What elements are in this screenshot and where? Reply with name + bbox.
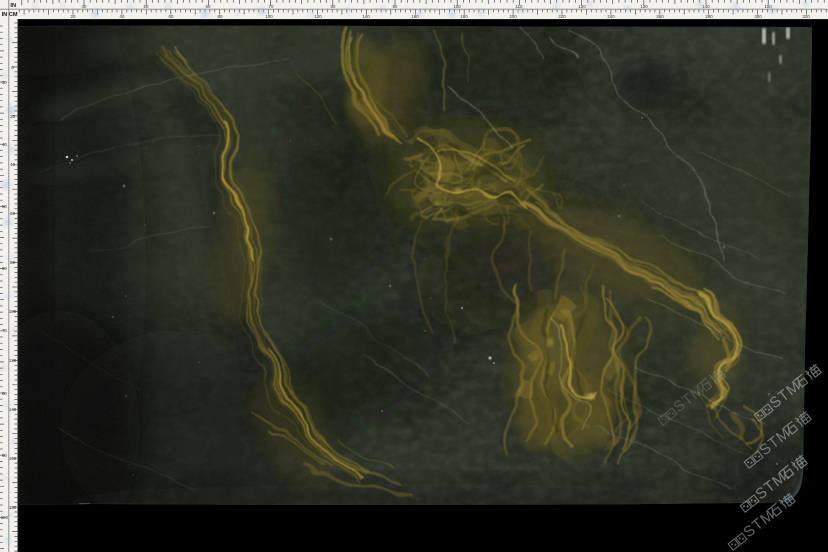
svg-text:90: 90	[393, 4, 398, 9]
svg-text:20: 20	[10, 114, 15, 119]
svg-text:120: 120	[9, 358, 17, 363]
svg-text:100: 100	[265, 14, 273, 19]
svg-text:80: 80	[2, 391, 7, 396]
svg-text:240: 240	[607, 14, 615, 19]
svg-text:20: 20	[71, 14, 76, 19]
svg-text:200: 200	[509, 14, 517, 19]
svg-text:120: 120	[578, 4, 586, 9]
svg-text:80: 80	[218, 14, 223, 19]
svg-text:140: 140	[9, 407, 17, 412]
svg-text:40: 40	[82, 4, 87, 9]
svg-text:220: 220	[558, 14, 566, 19]
svg-text:180: 180	[460, 14, 468, 19]
svg-text:50: 50	[144, 4, 149, 9]
svg-text:60: 60	[2, 266, 7, 271]
svg-text:IN: IN	[10, 3, 16, 9]
svg-text:60: 60	[206, 4, 211, 9]
svg-text:80: 80	[10, 260, 15, 265]
svg-text:70: 70	[2, 328, 7, 333]
svg-text:70: 70	[269, 4, 274, 9]
svg-text:320: 320	[802, 14, 810, 19]
svg-text:280: 280	[705, 14, 713, 19]
svg-text:140: 140	[702, 4, 710, 9]
svg-text:IN: IN	[2, 12, 8, 18]
svg-text:60: 60	[169, 14, 174, 19]
svg-text:40: 40	[2, 142, 7, 147]
svg-text:90: 90	[2, 453, 7, 458]
svg-text:30: 30	[2, 80, 7, 85]
svg-text:80: 80	[331, 4, 336, 9]
svg-text:100: 100	[9, 309, 17, 314]
svg-text:130: 130	[640, 4, 648, 9]
svg-text:40: 40	[10, 162, 15, 167]
svg-text:60: 60	[10, 211, 15, 216]
svg-text:CM: CM	[9, 12, 18, 18]
svg-text:100: 100	[1, 515, 9, 520]
svg-text:140: 140	[362, 14, 370, 19]
svg-text:300: 300	[754, 14, 762, 19]
svg-text:180: 180	[9, 505, 17, 510]
svg-text:160: 160	[9, 456, 17, 461]
svg-text:50: 50	[2, 204, 7, 209]
svg-text:100: 100	[453, 4, 461, 9]
svg-text:40: 40	[120, 14, 125, 19]
svg-text:120: 120	[314, 14, 322, 19]
